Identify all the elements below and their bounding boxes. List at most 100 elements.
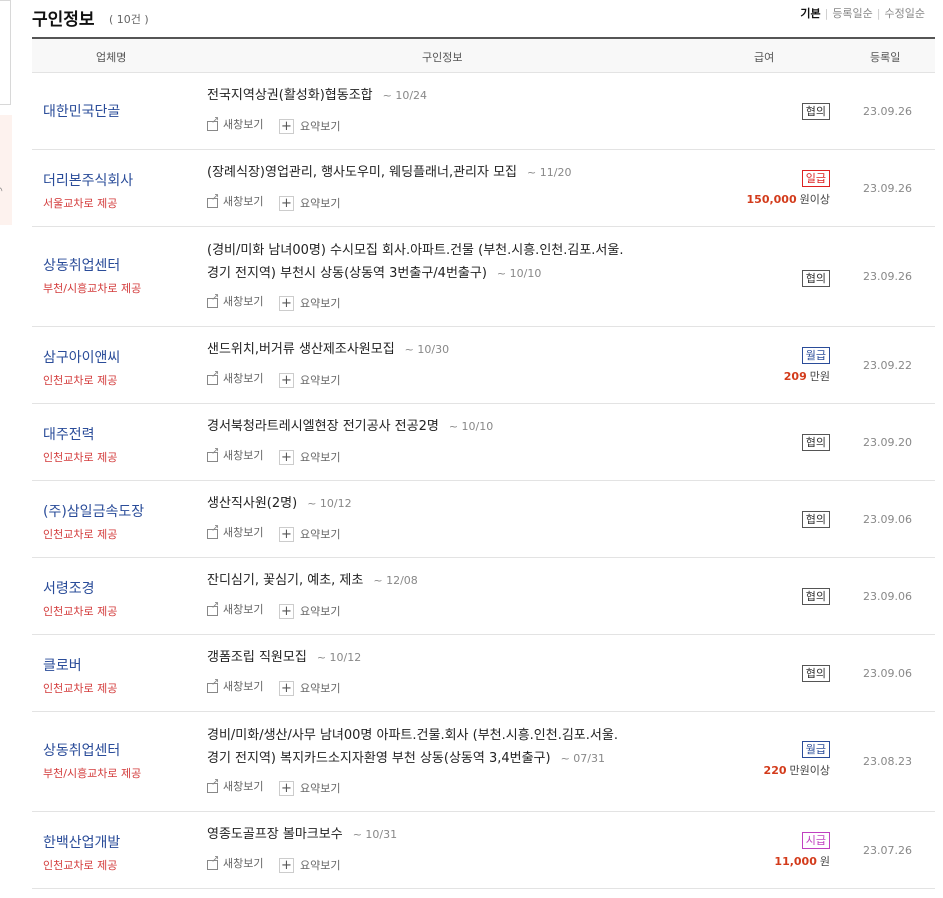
company-name[interactable]: 대주전력 — [43, 424, 95, 444]
deadline: ~ 10/12 — [307, 497, 352, 510]
summary-button[interactable]: + 요약보기 — [278, 195, 340, 211]
side-arc-glyph: ◝ — [0, 184, 3, 197]
job-title[interactable]: (장례식장)영업관리, 행사도우미, 웨딩플래너,관리자 모집 ~ 11/20 — [207, 161, 677, 184]
sort-divider: | — [876, 7, 881, 20]
summary-button[interactable]: + 요약보기 — [278, 526, 340, 542]
job-title-line[interactable]: (경비/미화 남녀00명) 수시모집 회사.아파트.건물 (부천.시흥.인천.김… — [207, 239, 677, 262]
job-title[interactable]: 샌드위치,버거류 생산제조사원모집 ~ 10/30 — [207, 338, 677, 361]
new-window-button[interactable]: 새창보기 — [207, 446, 263, 463]
column-company: 업체명 — [96, 51, 127, 64]
new-window-button[interactable]: 새창보기 — [207, 854, 263, 871]
company-name[interactable]: 한백산업개발 — [43, 832, 120, 852]
registered-date: 23.07.26 — [863, 844, 912, 857]
pay-info: 일급 150,000 원이상 — [747, 167, 830, 207]
new-window-button[interactable]: 새창보기 — [207, 523, 263, 540]
job-title[interactable]: 경비/미화/생산/사무 남녀00명 아파트.건물.회사 (부천.시흥.인천.김포… — [207, 724, 677, 770]
summary-button[interactable]: + 요약보기 — [278, 118, 340, 134]
row-actions: 새창보기 +요약보기 — [207, 854, 352, 873]
sort-by-modified[interactable]: 수정일순 — [885, 7, 925, 20]
job-title-line[interactable]: (장례식장)영업관리, 행사도우미, 웨딩플래너,관리자 모집 ~ 11/20 — [207, 161, 677, 184]
summary-button[interactable]: + 요약보기 — [278, 372, 340, 388]
external-link-icon — [207, 292, 219, 308]
summary-button[interactable]: + 요약보기 — [278, 295, 340, 311]
job-title-line[interactable]: 영종도골프장 볼마크보수 ~ 10/31 — [207, 823, 677, 846]
plus-icon: + — [278, 195, 294, 211]
pay-type-badge: 시급 — [801, 832, 830, 849]
row-actions: 새창보기 +요약보기 — [207, 192, 352, 211]
job-title-line[interactable]: 샌드위치,버거류 생산제조사원모집 ~ 10/30 — [207, 338, 677, 361]
column-date: 등록일 — [870, 51, 901, 64]
company-name[interactable]: 상동취업센터 — [43, 255, 120, 275]
job-title-line[interactable]: 생산직사원(2명) ~ 10/12 — [207, 492, 677, 515]
result-count: ( 10건 ) — [109, 13, 149, 26]
new-window-button[interactable]: 새창보기 — [207, 115, 263, 132]
external-link-icon — [207, 854, 219, 870]
table-row: 대한민국단골전국지역상권(활성화)협동조합~ 10/24 새창보기 +요약보기 … — [32, 73, 935, 150]
plus-icon: + — [278, 780, 294, 796]
external-link-icon — [207, 115, 219, 131]
new-window-button[interactable]: 새창보기 — [207, 292, 263, 309]
sort-by-registered[interactable]: 등록일순 — [832, 7, 872, 20]
external-link-icon — [207, 677, 219, 693]
list-header: 구인정보 ( 10건 ) 기본 | 등록일순 | 수정일순 — [32, 0, 935, 38]
new-window-button[interactable]: 새창보기 — [207, 600, 263, 617]
new-window-button[interactable]: 새창보기 — [207, 369, 263, 386]
job-title-line[interactable]: 경비/미화/생산/사무 남녀00명 아파트.건물.회사 (부천.시흥.인천.김포… — [207, 724, 677, 747]
provider-label: 부천/시흥교차로 제공 — [43, 767, 142, 780]
job-title[interactable]: 경서북청라트레시엘현장 전기공사 전공2명 ~ 10/10 — [207, 415, 677, 438]
company-name[interactable]: 더리본주식회사 — [43, 170, 133, 190]
job-title[interactable]: (경비/미화 남녀00명) 수시모집 회사.아파트.건물 (부천.시흥.인천.김… — [207, 239, 677, 285]
job-title[interactable]: 생산직사원(2명) ~ 10/12 — [207, 492, 677, 515]
new-window-button[interactable]: 새창보기 — [207, 192, 263, 209]
summary-button[interactable]: + 요약보기 — [278, 603, 340, 619]
registered-date: 23.09.20 — [863, 436, 912, 449]
row-actions: 새창보기 +요약보기 — [207, 523, 352, 542]
company-name[interactable]: 상동취업센터 — [43, 740, 120, 760]
job-title-line[interactable]: 경기 전지역) 복지카드소지자환영 부천 상동(상동역 3,4번출구) ~ 07/… — [207, 747, 677, 770]
sort-default[interactable]: 기본 — [800, 7, 820, 20]
pay-type-badge: 일급 — [801, 170, 830, 187]
summary-button[interactable]: + 요약보기 — [278, 780, 340, 796]
job-title-line[interactable]: 잔디심기, 꽃심기, 예초, 제초 ~ 12/08 — [207, 569, 677, 592]
job-title-line[interactable]: 경기 전지역) 부천시 상동(상동역 3번출구/4번출구) ~ 10/10 — [207, 262, 677, 285]
side-panel-frame — [0, 0, 11, 105]
pay-type-badge: 협의 — [801, 434, 830, 451]
summary-button[interactable]: + 요약보기 — [278, 449, 340, 465]
deadline: ~ 11/20 — [527, 166, 572, 179]
job-title[interactable]: 전국지역상권(활성화)협동조합 ~ 10/24 — [207, 84, 677, 107]
company-name[interactable]: 서령조경 — [43, 578, 95, 598]
provider-label: 인천교차로 제공 — [43, 374, 118, 387]
row-actions: 새창보기 +요약보기 — [207, 777, 352, 796]
pay-info: 협의 — [801, 662, 830, 682]
job-title[interactable]: 영종도골프장 볼마크보수 ~ 10/31 — [207, 823, 677, 846]
company-name[interactable]: 대한민국단골 — [43, 101, 120, 121]
plus-icon: + — [278, 449, 294, 465]
pay-amount: 11,000 원 — [774, 855, 830, 868]
pay-info: 협의 — [801, 585, 830, 605]
pay-type-badge: 협의 — [801, 665, 830, 682]
provider-label: 부천/시흥교차로 제공 — [43, 282, 142, 295]
job-title[interactable]: 갱폼조립 직원모집 ~ 10/12 — [207, 646, 677, 669]
pay-info: 시급 11,000 원 — [774, 829, 830, 869]
job-title-line[interactable]: 전국지역상권(활성화)협동조합 ~ 10/24 — [207, 84, 677, 107]
external-link-icon — [207, 369, 219, 385]
registered-date: 23.09.26 — [863, 105, 912, 118]
company-name[interactable]: (주)삼일금속도장 — [43, 501, 144, 521]
job-title-line[interactable]: 경서북청라트레시엘현장 전기공사 전공2명 ~ 10/10 — [207, 415, 677, 438]
pay-type-badge: 협의 — [801, 588, 830, 605]
new-window-button[interactable]: 새창보기 — [207, 777, 263, 794]
job-title[interactable]: 잔디심기, 꽃심기, 예초, 제초 ~ 12/08 — [207, 569, 677, 592]
row-actions: 새창보기 +요약보기 — [207, 677, 352, 696]
company-name[interactable]: 삼구아이앤씨 — [43, 347, 120, 367]
company-name[interactable]: 클로버 — [43, 655, 82, 675]
provider-label: 인천교차로 제공 — [43, 451, 118, 464]
summary-button[interactable]: + 요약보기 — [278, 680, 340, 696]
pay-amount: 220 만원이상 — [763, 764, 830, 777]
job-title-line[interactable]: 갱폼조립 직원모집 ~ 10/12 — [207, 646, 677, 669]
plus-icon: + — [278, 118, 294, 134]
plus-icon: + — [278, 680, 294, 696]
new-window-button[interactable]: 새창보기 — [207, 677, 263, 694]
summary-button[interactable]: + 요약보기 — [278, 857, 340, 873]
deadline: ~ 10/31 — [352, 828, 398, 841]
provider-label: 인천교차로 제공 — [43, 859, 118, 872]
